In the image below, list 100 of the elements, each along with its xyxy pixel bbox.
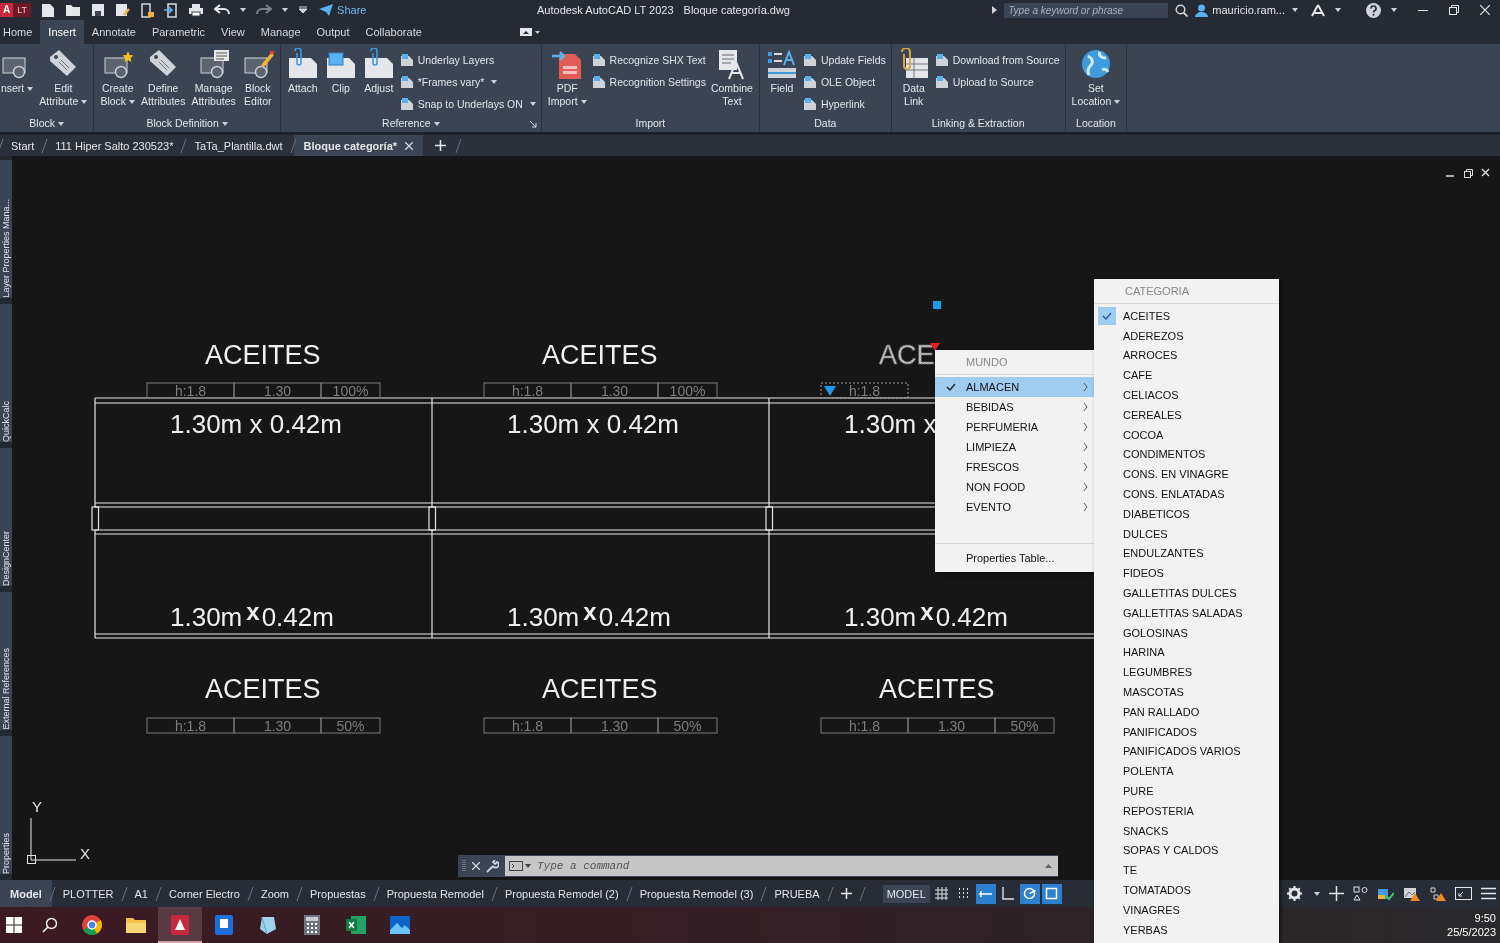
customize-icon[interactable]: [298, 6, 309, 14]
menu-item[interactable]: REPOSTERIA: [1094, 800, 1279, 821]
menu-item[interactable]: TE: [1094, 860, 1279, 881]
close-icon[interactable]: [1480, 5, 1490, 15]
layout-tab[interactable]: Corner Electro: [159, 880, 250, 907]
menu-item[interactable]: ARROCES: [1094, 345, 1279, 366]
file-tab[interactable]: Start: [1, 135, 45, 156]
menu-item[interactable]: Properties Table...: [935, 548, 1094, 568]
menu-item[interactable]: ADEREZOS: [1094, 325, 1279, 346]
menu-item[interactable]: POLENTA: [1094, 761, 1279, 782]
phone-icon[interactable]: [140, 2, 155, 18]
prompt-icon[interactable]: [509, 861, 531, 871]
ribbon-button[interactable]: Adjust: [360, 48, 397, 95]
ribbon-button[interactable]: Update Fields: [802, 50, 886, 69]
panel-title[interactable]: Block Definition: [146, 117, 228, 129]
menu-item[interactable]: SNACKS: [1094, 820, 1279, 841]
panel-title[interactable]: Linking & Extraction: [931, 117, 1025, 129]
menu-item[interactable]: COCOA: [1094, 424, 1279, 445]
menu-item[interactable]: CONDIMENTOS: [1094, 444, 1279, 465]
expand-icon[interactable]: [992, 6, 998, 14]
ribbon-tab[interactable]: Parametric: [143, 20, 214, 44]
layout-tab[interactable]: PLOTTER: [52, 880, 124, 907]
ribbon-tab[interactable]: Collaborate: [357, 20, 430, 44]
search-field[interactable]: Type a keyword or phrase: [1004, 2, 1169, 18]
viewport-minimize-icon[interactable]: [1445, 175, 1455, 177]
ribbon-button[interactable]: Manage Attributes: [189, 48, 238, 108]
status-toggle[interactable]: [975, 883, 996, 904]
ribbon-button[interactable]: Snap to Underlays ON: [399, 94, 536, 113]
layout-tab[interactable]: Zoom: [250, 880, 300, 907]
share-button[interactable]: Share: [319, 4, 367, 16]
palette-tab[interactable]: QuickCalc: [0, 304, 12, 442]
menu-item[interactable]: CELIACOS: [1094, 385, 1279, 405]
viewport-close-icon[interactable]: [1481, 168, 1490, 177]
status-toggle[interactable]: [1019, 883, 1040, 904]
ribbon-button[interactable]: Edit Attribute: [37, 48, 90, 108]
layout-tab[interactable]: Propuesta Remodel: [376, 880, 494, 907]
ribbon-button[interactable]: Underlay Layers: [399, 50, 536, 69]
grip-handle[interactable]: [933, 301, 941, 309]
redo-icon[interactable]: [256, 4, 273, 16]
ribbon-button[interactable]: Set Location: [1069, 48, 1123, 108]
panel-title[interactable]: Block: [29, 117, 65, 129]
folder-icon[interactable]: [65, 3, 82, 17]
ribbon-button[interactable]: Combine Text: [708, 48, 755, 108]
ribbon-button[interactable]: Recognize SHX Text: [591, 50, 706, 69]
file-tab[interactable]: Bloque categoría*: [293, 135, 424, 156]
menu-item[interactable]: LEGUMBRES: [1094, 662, 1279, 683]
menu-item[interactable]: ENDULZANTES: [1094, 543, 1279, 564]
shapes-icon[interactable]: [1353, 886, 1368, 901]
search-icon[interactable]: [1175, 3, 1189, 17]
add-icon[interactable]: [840, 888, 852, 899]
panel-title[interactable]: Reference: [382, 117, 440, 129]
menu-item[interactable]: ALMACEN: [935, 377, 1094, 397]
image-warning-icon[interactable]: [1403, 886, 1420, 901]
fullscreen-icon[interactable]: [1455, 887, 1472, 900]
ribbon-button[interactable]: Recognition Settings: [591, 72, 706, 91]
palette-tab[interactable]: Layer Properties Mana...: [0, 160, 12, 298]
menu-item[interactable]: YERBAS: [1094, 919, 1279, 940]
menu-item[interactable]: CONS. EN VINAGRE: [1094, 464, 1279, 485]
menu-item[interactable]: HARINA: [1094, 642, 1279, 663]
grip-icon[interactable]: [462, 859, 466, 873]
panel-title[interactable]: Import: [635, 117, 666, 129]
menu-item[interactable]: PERFUMERIA: [935, 417, 1094, 437]
ribbon-button[interactable]: *Frames vary*: [399, 72, 536, 91]
launcher-icon[interactable]: [529, 121, 537, 128]
menu-item[interactable]: PAN RALLADO: [1094, 701, 1279, 722]
viewport-restore-icon[interactable]: [1464, 169, 1473, 178]
undo-icon[interactable]: [214, 4, 231, 16]
layout-tab[interactable]: Propuesta Remodel (3): [629, 880, 764, 907]
print-icon[interactable]: [188, 3, 205, 17]
layout-tab[interactable]: Propuestas: [300, 880, 376, 907]
menu-item[interactable]: BEBIDAS: [935, 397, 1094, 417]
menu-item[interactable]: GOLOSINAS: [1094, 622, 1279, 643]
status-toggle[interactable]: [1041, 883, 1062, 904]
model-space-button[interactable]: MODEL: [882, 884, 930, 903]
menu-item[interactable]: PURE: [1094, 781, 1279, 801]
ribbon-tab[interactable]: View: [213, 20, 253, 44]
menu-item[interactable]: FIDEOS: [1094, 563, 1279, 584]
import-icon[interactable]: [164, 2, 179, 18]
menu-item[interactable]: SOPAS Y CALDOS: [1094, 840, 1279, 861]
panel-title[interactable]: Location: [1076, 117, 1116, 129]
menu-item[interactable]: VINAGRES: [1094, 899, 1279, 920]
menu-item[interactable]: CEREALES: [1094, 405, 1279, 425]
menu-icon[interactable]: [1481, 887, 1496, 900]
palette-tab[interactable]: External References: [0, 592, 12, 730]
layout-tab[interactable]: A1: [124, 880, 158, 907]
ribbon-tab[interactable]: Manage: [252, 20, 309, 44]
search-icon[interactable]: [42, 917, 58, 933]
ribbon-button[interactable]: Download from Source: [934, 50, 1060, 69]
menu-item[interactable]: LIMPIEZA: [935, 437, 1094, 457]
menu-item[interactable]: PANIFICADOS VARIOS: [1094, 741, 1279, 762]
link-warning-icon[interactable]: [1429, 886, 1446, 901]
grip-triangle-icon[interactable]: [824, 386, 836, 396]
ribbon-tab[interactable]: Output: [308, 20, 358, 44]
ribbon-button[interactable]: Define Attributes: [139, 48, 188, 108]
ribbon-toggle-icon[interactable]: [519, 28, 540, 36]
menu-item[interactable]: EVENTO: [935, 497, 1094, 517]
workspace-icon[interactable]: [1377, 886, 1394, 901]
ribbon-button[interactable]: Upload to Source: [934, 72, 1060, 91]
layout-tab[interactable]: PRUEBA: [764, 880, 830, 907]
save-as-icon[interactable]: [115, 3, 131, 17]
